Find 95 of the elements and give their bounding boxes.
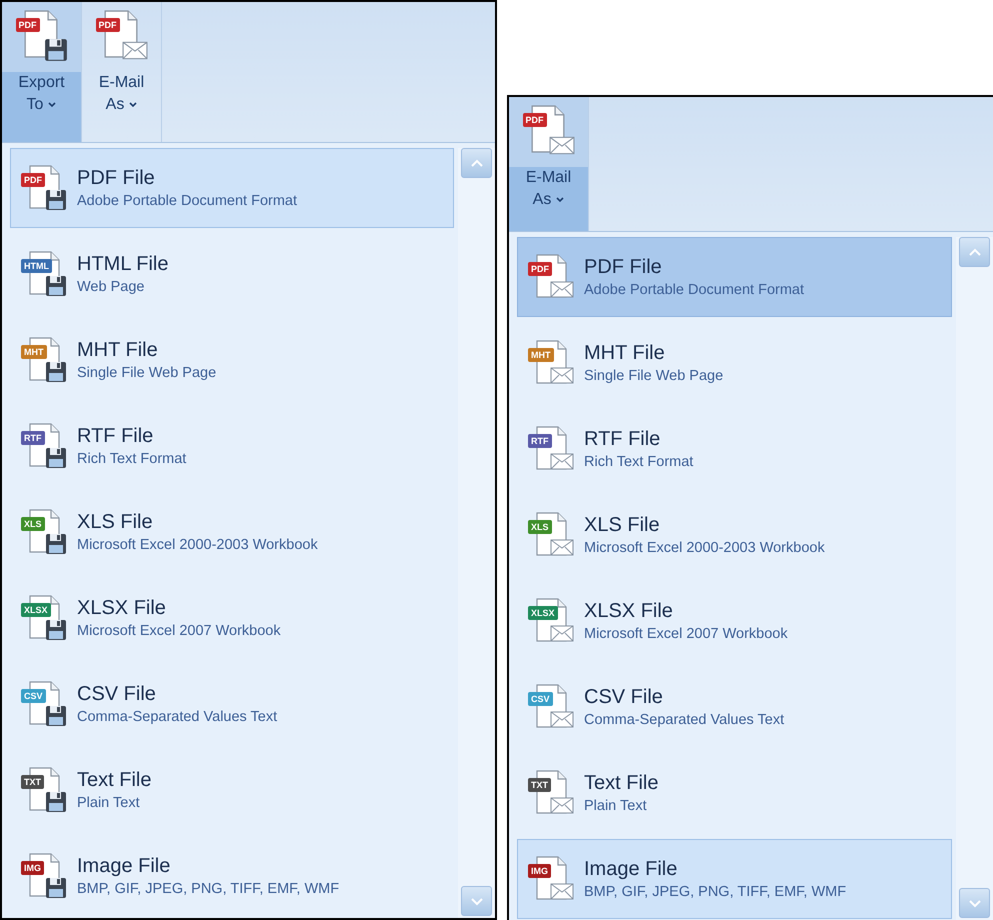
arrow-up-icon xyxy=(968,248,980,256)
item-title: RTF File xyxy=(77,424,154,449)
format-badge: CSV xyxy=(528,692,553,706)
arrow-down-icon xyxy=(968,898,980,908)
item-description: Adobe Portable Document Format xyxy=(77,192,298,211)
scroll-up-button[interactable] xyxy=(461,148,492,178)
item-title: Text File xyxy=(584,771,658,796)
item-title: XLSX File xyxy=(584,599,674,624)
item-title: XLSX File xyxy=(77,596,167,621)
item-title: XLS File xyxy=(584,513,661,538)
item-title: HTML File xyxy=(77,252,168,277)
format-badge: XLS xyxy=(528,520,552,534)
item-title: CSV File xyxy=(584,685,664,710)
arrow-down-icon xyxy=(470,896,482,906)
envelope-icon xyxy=(550,281,574,298)
toolbar-button[interactable]: PDF Export To xyxy=(2,2,82,142)
toolbar-button[interactable]: PDF E-Mail As xyxy=(509,97,589,231)
menu-item[interactable]: XLSX XLSX File Microsoft Excel 2007 Workbook xyxy=(10,578,454,658)
format-badge: TXT xyxy=(21,775,44,789)
format-badge: TXT xyxy=(528,778,551,792)
item-description: Comma-Separated Values Text xyxy=(584,711,784,730)
menu-item[interactable]: RTF RTF File Rich Text Format xyxy=(517,409,952,489)
item-description: Microsoft Excel 2007 Workbook xyxy=(584,625,788,644)
item-title: XLS File xyxy=(77,510,154,535)
item-title: PDF File xyxy=(77,166,156,191)
format-badge: RTF xyxy=(528,434,552,448)
envelope-icon xyxy=(550,539,574,556)
item-description: Comma-Separated Values Text xyxy=(77,708,278,727)
item-description: Microsoft Excel 2000-2003 Workbook xyxy=(77,536,318,555)
menu-item[interactable]: TXT Text File Plain Text xyxy=(10,750,454,830)
envelope-icon xyxy=(548,136,574,155)
format-badge: CSV xyxy=(21,689,46,703)
item-title: CSV File xyxy=(77,682,157,707)
item-description: Microsoft Excel 2007 Workbook xyxy=(77,622,281,641)
menu-item[interactable]: CSV CSV File Comma-Separated Values Text xyxy=(517,667,952,747)
item-title: RTF File xyxy=(584,427,662,452)
format-badge: HTML xyxy=(21,259,52,273)
item-title: MHT File xyxy=(77,338,159,363)
envelope-icon xyxy=(550,367,574,384)
scroll-up-button[interactable] xyxy=(959,237,990,267)
arrow-up-icon xyxy=(470,158,482,168)
envelope-icon xyxy=(550,883,574,900)
envelope-icon xyxy=(550,711,574,728)
menu-item[interactable]: XLS XLS File Microsoft Excel 2000-2003 Workbook xyxy=(517,495,952,575)
item-description: Microsoft Excel 2000-2003 Workbook xyxy=(584,539,825,558)
format-badge: PDF xyxy=(96,18,120,32)
format-badge: XLSX xyxy=(21,603,51,617)
format-badge: XLSX xyxy=(528,606,558,620)
item-description: Adobe Portable Document Format xyxy=(584,281,804,300)
menu-item[interactable]: IMG Image File BMP, GIF, JPEG, PNG, TIFF, EMF, WMF xyxy=(10,836,454,916)
item-description: Plain Text xyxy=(77,794,141,813)
format-badge: PDF xyxy=(16,18,40,32)
item-title: PDF File xyxy=(584,255,663,280)
menu-item[interactable]: CSV CSV File Comma-Separated Values Text xyxy=(10,664,454,744)
envelope-icon xyxy=(122,41,148,60)
format-badge: XLS xyxy=(21,517,45,531)
menu-item[interactable]: IMG Image File BMP, GIF, JPEG, PNG, TIFF, EMF, WMF xyxy=(517,839,952,919)
menu-item[interactable]: XLSX XLSX File Microsoft Excel 2007 Workbook xyxy=(517,581,952,661)
menu-item[interactable]: XLS XLS File Microsoft Excel 2000-2003 Workbook xyxy=(10,492,454,572)
chevron-down-icon xyxy=(129,102,138,108)
scroll-down-button[interactable] xyxy=(959,888,990,918)
menu-item[interactable]: PDF PDF File Adobe Portable Document Format xyxy=(517,237,952,317)
menu-item[interactable]: HTML HTML File Web Page xyxy=(10,234,454,314)
item-title: Text File xyxy=(77,768,152,793)
item-description: Single File Web Page xyxy=(77,364,216,383)
menu-item[interactable]: PDF PDF File Adobe Portable Document Format xyxy=(10,148,454,228)
format-badge: PDF xyxy=(21,173,45,187)
toolbar-button[interactable]: PDF E-Mail As xyxy=(82,2,162,142)
menu-item[interactable]: MHT MHT File Single File Web Page xyxy=(10,320,454,400)
format-badge: IMG xyxy=(21,861,44,875)
item-description: Single File Web Page xyxy=(584,367,724,386)
item-description: Plain Text xyxy=(584,797,648,816)
scroll-down-button[interactable] xyxy=(461,886,492,916)
envelope-icon xyxy=(550,625,574,642)
format-badge: PDF xyxy=(528,262,552,276)
item-title: Image File xyxy=(77,854,172,879)
item-description: Rich Text Format xyxy=(77,450,186,469)
item-title: MHT File xyxy=(584,341,666,366)
format-badge: MHT xyxy=(21,345,46,359)
item-description: BMP, GIF, JPEG, PNG, TIFF, EMF, WMF xyxy=(584,883,846,902)
menu-item[interactable]: RTF RTF File Rich Text Format xyxy=(10,406,454,486)
item-description: Rich Text Format xyxy=(584,453,694,472)
envelope-icon xyxy=(550,453,574,470)
format-badge: RTF xyxy=(21,431,44,445)
format-badge: IMG xyxy=(528,864,551,878)
item-title: Image File xyxy=(584,857,678,882)
format-badge: PDF xyxy=(522,113,546,127)
menu-item[interactable]: TXT Text File Plain Text xyxy=(517,753,952,833)
envelope-icon xyxy=(550,797,574,814)
item-description: Web Page xyxy=(77,278,146,297)
menu-item[interactable]: MHT MHT File Single File Web Page xyxy=(517,323,952,403)
chevron-down-icon xyxy=(556,196,564,203)
format-badge: MHT xyxy=(528,348,554,362)
item-description: BMP, GIF, JPEG, PNG, TIFF, EMF, WMF xyxy=(77,880,340,899)
chevron-down-icon xyxy=(48,102,56,108)
